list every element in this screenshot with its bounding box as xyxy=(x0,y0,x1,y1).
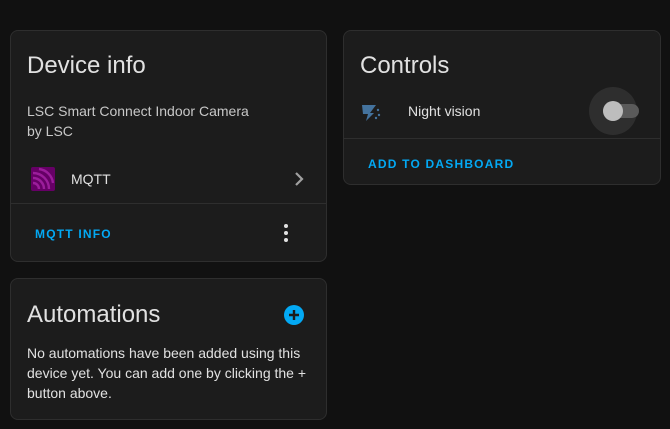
entity-label: Night vision xyxy=(408,103,481,119)
add-to-dashboard-button[interactable]: ADD TO DASHBOARD xyxy=(368,157,514,171)
device-info-title: Device info xyxy=(27,52,146,79)
integration-label: MQTT xyxy=(71,171,111,187)
controls-card: Controls Night vision ADD TO DASHBOARD xyxy=(343,30,661,185)
mqtt-icon xyxy=(31,167,55,191)
controls-title: Controls xyxy=(360,52,450,79)
device-manufacturer: by LSC xyxy=(27,123,73,139)
device-card-divider xyxy=(11,203,326,204)
plus-circle-icon[interactable] xyxy=(283,304,305,326)
mqtt-info-button[interactable]: MQTT INFO xyxy=(35,227,112,241)
integration-row-mqtt[interactable]: MQTT xyxy=(11,159,326,199)
automations-empty-text: No automations have been added using thi… xyxy=(27,345,307,401)
device-model: LSC Smart Connect Indoor Camera xyxy=(27,103,249,119)
controls-card-divider xyxy=(344,138,660,139)
night-vision-icon xyxy=(360,101,382,123)
automations-title: Automations xyxy=(27,301,161,328)
toggle-thumb xyxy=(603,101,623,121)
device-info-card: Device info LSC Smart Connect Indoor Cam… xyxy=(10,30,327,262)
night-vision-toggle[interactable] xyxy=(589,87,639,135)
automations-card: Automations No automations have been add… xyxy=(10,278,327,420)
entity-row-night-vision[interactable]: Night vision xyxy=(344,87,660,135)
chevron-right-icon xyxy=(287,167,311,191)
more-vertical-icon[interactable] xyxy=(274,221,298,245)
